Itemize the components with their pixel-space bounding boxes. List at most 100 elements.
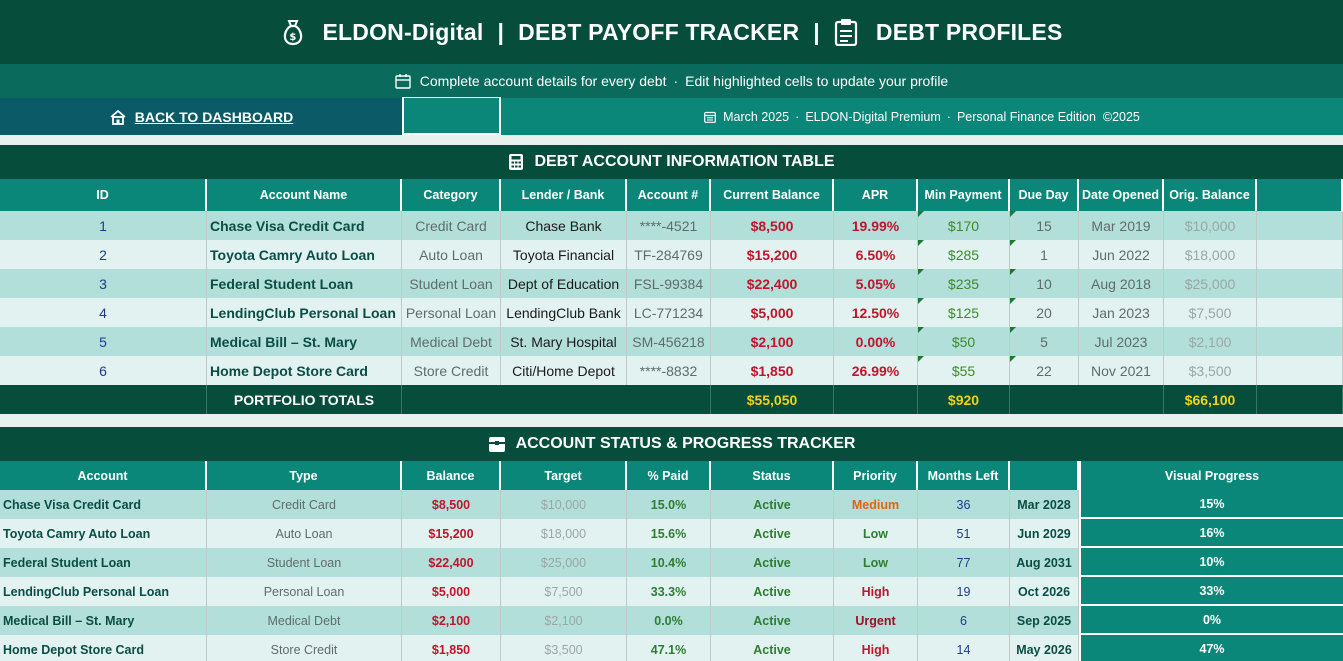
progress-bar[interactable]: 47% xyxy=(1079,635,1343,661)
cell-balance[interactable]: $8,500 xyxy=(711,211,834,240)
cell-orig[interactable]: $7,500 xyxy=(1164,298,1257,327)
cell-account[interactable]: LendingClub Personal Loan xyxy=(0,577,207,606)
cell-type[interactable]: Store Credit xyxy=(207,635,402,661)
cell-category[interactable]: Student Loan xyxy=(402,269,501,298)
cell-min[interactable]: $235 xyxy=(918,269,1010,298)
cell-status[interactable]: Active xyxy=(711,490,834,519)
cell-min[interactable]: $50 xyxy=(918,327,1010,356)
cell-balance[interactable]: $22,400 xyxy=(711,269,834,298)
cell-min[interactable]: $55 xyxy=(918,356,1010,385)
cell-orig[interactable]: $18,000 xyxy=(1164,240,1257,269)
cell-months[interactable]: 36 xyxy=(918,490,1010,519)
cell-due[interactable]: 1 xyxy=(1010,240,1079,269)
cell-due[interactable]: 20 xyxy=(1010,298,1079,327)
cell-lender[interactable]: St. Mary Hospital xyxy=(501,327,627,356)
cell-apr[interactable]: 5.05% xyxy=(834,269,918,298)
cell-category[interactable]: Auto Loan xyxy=(402,240,501,269)
cell-account[interactable]: Home Depot Store Card xyxy=(0,635,207,661)
cell-type[interactable]: Auto Loan xyxy=(207,519,402,548)
cell-name[interactable]: Toyota Camry Auto Loan xyxy=(207,240,402,269)
cell-paid[interactable]: 10.4% xyxy=(627,548,711,577)
cell-date[interactable]: Mar 2028 xyxy=(1010,490,1079,519)
cell-empty[interactable] xyxy=(1257,298,1343,327)
cell-apr[interactable]: 0.00% xyxy=(834,327,918,356)
cell-category[interactable]: Personal Loan xyxy=(402,298,501,327)
cell-type[interactable]: Personal Loan xyxy=(207,577,402,606)
cell-priority[interactable]: High xyxy=(834,635,918,661)
cell-months[interactable]: 51 xyxy=(918,519,1010,548)
cell-date[interactable]: Jun 2029 xyxy=(1010,519,1079,548)
cell-account[interactable]: Chase Visa Credit Card xyxy=(0,490,207,519)
cell-balance[interactable]: $2,100 xyxy=(711,327,834,356)
cell-lender[interactable]: Chase Bank xyxy=(501,211,627,240)
cell-date[interactable]: Sep 2025 xyxy=(1010,606,1079,635)
cell-id[interactable]: 6 xyxy=(0,356,207,385)
cell-type[interactable]: Student Loan xyxy=(207,548,402,577)
progress-bar[interactable]: 16% xyxy=(1079,519,1343,548)
cell-account[interactable]: ****-4521 xyxy=(627,211,711,240)
cell-category[interactable]: Medical Debt xyxy=(402,327,501,356)
progress-bar[interactable]: 10% xyxy=(1079,548,1343,577)
cell-priority[interactable]: High xyxy=(834,577,918,606)
cell-balance[interactable]: $2,100 xyxy=(402,606,501,635)
cell-category[interactable]: Credit Card xyxy=(402,211,501,240)
back-to-dashboard-button[interactable]: BACK TO DASHBOARD xyxy=(0,98,402,135)
cell-min[interactable]: $170 xyxy=(918,211,1010,240)
cell-lender[interactable]: Dept of Education xyxy=(501,269,627,298)
cell-paid[interactable]: 0.0% xyxy=(627,606,711,635)
cell-account[interactable]: Federal Student Loan xyxy=(0,548,207,577)
cell-paid[interactable]: 15.0% xyxy=(627,490,711,519)
cell-account[interactable]: TF-284769 xyxy=(627,240,711,269)
cell-balance[interactable]: $8,500 xyxy=(402,490,501,519)
cell-paid[interactable]: 15.6% xyxy=(627,519,711,548)
cell-opened[interactable]: Jul 2023 xyxy=(1079,327,1164,356)
cell-priority[interactable]: Urgent xyxy=(834,606,918,635)
cell-account[interactable]: ****-8832 xyxy=(627,356,711,385)
cell-months[interactable]: 19 xyxy=(918,577,1010,606)
cell-id[interactable]: 3 xyxy=(0,269,207,298)
cell-balance[interactable]: $15,200 xyxy=(402,519,501,548)
cell-date[interactable]: Aug 2031 xyxy=(1010,548,1079,577)
cell-paid[interactable]: 33.3% xyxy=(627,577,711,606)
cell-opened[interactable]: Aug 2018 xyxy=(1079,269,1164,298)
cell-months[interactable]: 6 xyxy=(918,606,1010,635)
cell-orig[interactable]: $3,500 xyxy=(1164,356,1257,385)
cell-target[interactable]: $18,000 xyxy=(501,519,627,548)
cell-name[interactable]: Home Depot Store Card xyxy=(207,356,402,385)
cell-category[interactable]: Store Credit xyxy=(402,356,501,385)
cell-target[interactable]: $2,100 xyxy=(501,606,627,635)
cell-status[interactable]: Active xyxy=(711,577,834,606)
cell-name[interactable]: Chase Visa Credit Card xyxy=(207,211,402,240)
cell-due[interactable]: 5 xyxy=(1010,327,1079,356)
cell-min[interactable]: $125 xyxy=(918,298,1010,327)
cell-name[interactable]: Medical Bill – St. Mary xyxy=(207,327,402,356)
cell-account[interactable]: LC-771234 xyxy=(627,298,711,327)
cell-priority[interactable]: Medium xyxy=(834,490,918,519)
cell-orig[interactable]: $10,000 xyxy=(1164,211,1257,240)
cell-priority[interactable]: Low xyxy=(834,548,918,577)
cell-account[interactable]: FSL-99384 xyxy=(627,269,711,298)
cell-account[interactable]: Toyota Camry Auto Loan xyxy=(0,519,207,548)
cell-empty[interactable] xyxy=(1257,356,1343,385)
progress-bar[interactable]: 0% xyxy=(1079,606,1343,635)
cell-id[interactable]: 5 xyxy=(0,327,207,356)
cell-due[interactable]: 10 xyxy=(1010,269,1079,298)
cell-status[interactable]: Active xyxy=(711,548,834,577)
cell-date[interactable]: Oct 2026 xyxy=(1010,577,1079,606)
progress-bar[interactable]: 33% xyxy=(1079,577,1343,606)
cell-balance[interactable]: $5,000 xyxy=(711,298,834,327)
cell-paid[interactable]: 47.1% xyxy=(627,635,711,661)
cell-due[interactable]: 15 xyxy=(1010,211,1079,240)
cell-status[interactable]: Active xyxy=(711,635,834,661)
cell-id[interactable]: 2 xyxy=(0,240,207,269)
cell-opened[interactable]: Nov 2021 xyxy=(1079,356,1164,385)
cell-target[interactable]: $7,500 xyxy=(501,577,627,606)
cell-opened[interactable]: Jan 2023 xyxy=(1079,298,1164,327)
cell-empty[interactable] xyxy=(1257,240,1343,269)
cell-opened[interactable]: Mar 2019 xyxy=(1079,211,1164,240)
cell-balance[interactable]: $1,850 xyxy=(711,356,834,385)
cell-min[interactable]: $285 xyxy=(918,240,1010,269)
cell-balance[interactable]: $22,400 xyxy=(402,548,501,577)
cell-lender[interactable]: LendingClub Bank xyxy=(501,298,627,327)
cell-apr[interactable]: 26.99% xyxy=(834,356,918,385)
